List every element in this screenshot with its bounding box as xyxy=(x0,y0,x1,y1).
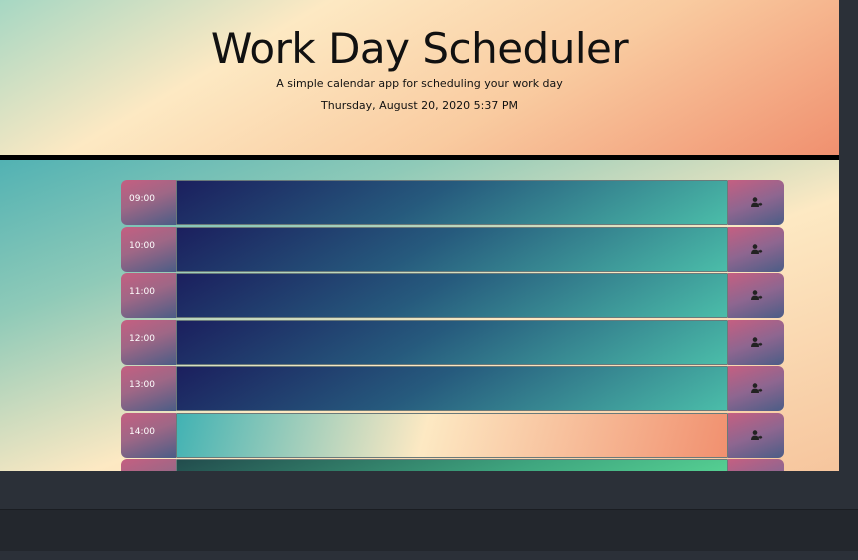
hour-text: 12:00 xyxy=(129,333,155,344)
event-description-input[interactable] xyxy=(176,459,728,471)
time-block-row: 12:00 xyxy=(121,319,784,365)
save-button[interactable] xyxy=(728,366,784,411)
page-scrollbar[interactable] xyxy=(839,0,858,471)
hour-label xyxy=(121,459,176,471)
page-viewport: Work Day Scheduler A simple calendar app… xyxy=(0,0,839,471)
page-subtitle: A simple calendar app for scheduling you… xyxy=(276,77,563,90)
hour-text: 09:00 xyxy=(129,194,155,204)
event-description-input[interactable] xyxy=(176,273,728,318)
window-bottom-edge xyxy=(0,551,858,560)
user-save-icon xyxy=(751,290,763,300)
user-save-icon xyxy=(751,336,763,347)
page-title: Work Day Scheduler xyxy=(210,24,629,73)
schedule-container: 09:00 10:00 11:00 12:00 13:00 14:00 xyxy=(0,160,839,471)
save-button[interactable] xyxy=(728,226,784,272)
save-button[interactable] xyxy=(728,319,784,365)
hour-text: 14:00 xyxy=(129,426,155,437)
time-block-row: 13:00 xyxy=(121,366,784,411)
hour-text: 10:00 xyxy=(129,240,155,251)
hour-label: 14:00 xyxy=(121,412,176,458)
save-button[interactable] xyxy=(728,459,784,471)
user-save-icon xyxy=(751,197,763,207)
save-button[interactable] xyxy=(728,180,784,225)
time-block-row xyxy=(121,459,784,471)
time-block-row: 14:00 xyxy=(121,412,784,458)
header: Work Day Scheduler A simple calendar app… xyxy=(0,0,839,155)
hour-text: 13:00 xyxy=(129,380,155,390)
event-description-input[interactable] xyxy=(176,226,728,272)
hour-text: 11:00 xyxy=(129,287,155,297)
hour-label: 09:00 xyxy=(121,180,176,225)
event-description-input[interactable] xyxy=(176,412,728,458)
time-block-list: 09:00 10:00 11:00 12:00 13:00 14:00 xyxy=(121,180,784,471)
hour-label: 10:00 xyxy=(121,226,176,272)
user-save-icon xyxy=(751,383,763,393)
time-block-row: 11:00 xyxy=(121,273,784,318)
hour-label: 11:00 xyxy=(121,273,176,318)
time-block-row: 10:00 xyxy=(121,226,784,272)
hour-label: 12:00 xyxy=(121,319,176,365)
save-button[interactable] xyxy=(728,273,784,318)
bottom-bar xyxy=(0,509,858,552)
event-description-input[interactable] xyxy=(176,180,728,225)
hour-label: 13:00 xyxy=(121,366,176,411)
event-description-input[interactable] xyxy=(176,319,728,365)
save-button[interactable] xyxy=(728,412,784,458)
user-save-icon xyxy=(751,429,763,440)
event-description-input[interactable] xyxy=(176,366,728,411)
current-day: Thursday, August 20, 2020 5:37 PM xyxy=(321,99,518,112)
user-save-icon xyxy=(751,243,763,254)
time-block-row: 09:00 xyxy=(121,180,784,225)
